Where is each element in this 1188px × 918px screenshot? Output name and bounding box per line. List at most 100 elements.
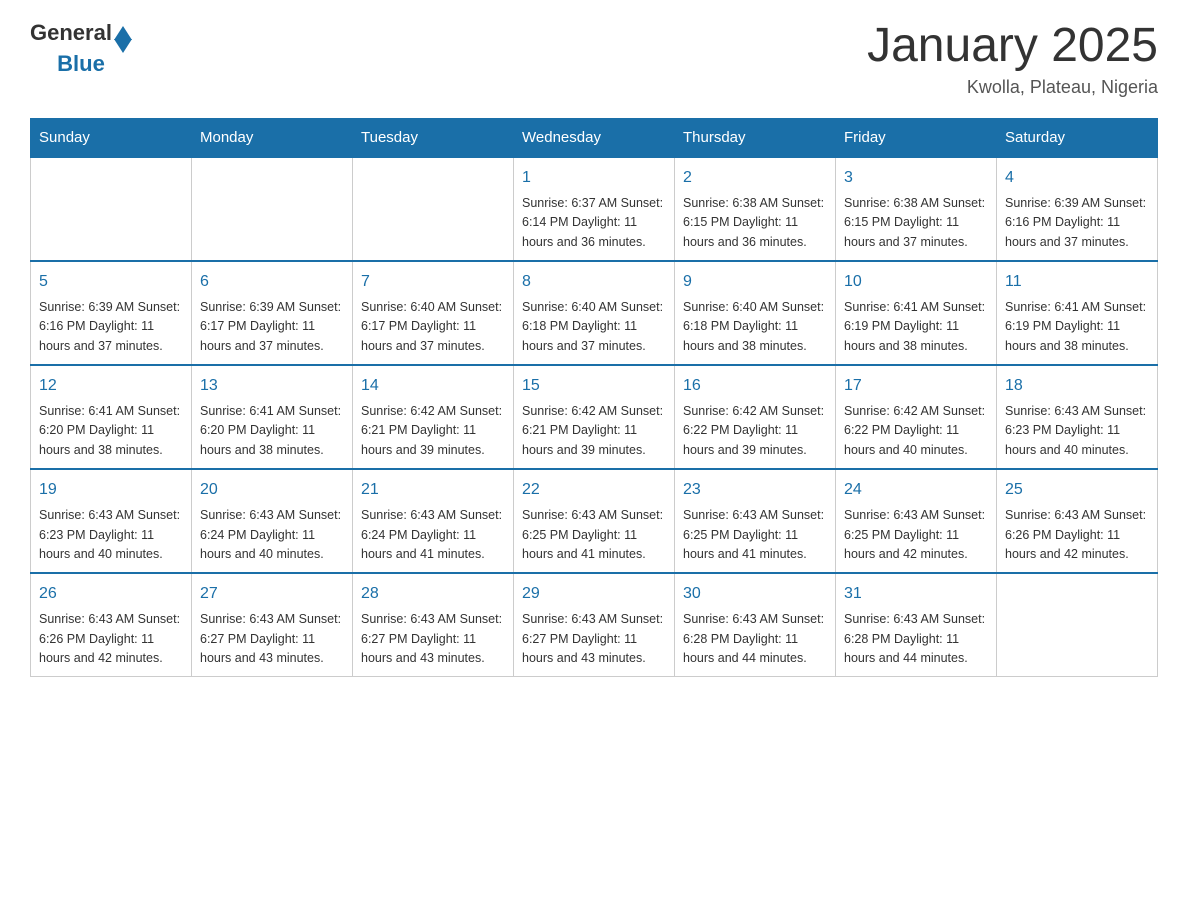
day-number: 27 [200, 582, 344, 606]
table-row: 4 Sunrise: 6:39 AM Sunset: 6:16 PM Daylig… [997, 157, 1158, 261]
day-number: 5 [39, 270, 183, 294]
day-info: Sunrise: 6:37 AM Sunset: 6:14 PM Dayligh… [522, 194, 666, 252]
day-info: Sunrise: 6:41 AM Sunset: 6:19 PM Dayligh… [1005, 298, 1149, 356]
day-number: 19 [39, 478, 183, 502]
table-row: 27 Sunrise: 6:43 AM Sunset: 6:27 PM Dayli… [192, 573, 353, 677]
day-info: Sunrise: 6:43 AM Sunset: 6:26 PM Dayligh… [1005, 506, 1149, 564]
table-row: 23 Sunrise: 6:43 AM Sunset: 6:25 PM Dayli… [675, 469, 836, 573]
calendar-subtitle: Kwolla, Plateau, Nigeria [867, 77, 1158, 98]
day-number: 9 [683, 270, 827, 294]
calendar-table: Sunday Monday Tuesday Wednesday Thursday… [30, 118, 1158, 678]
table-row: 19 Sunrise: 6:43 AM Sunset: 6:23 PM Dayli… [31, 469, 192, 573]
calendar-week-row: 12Sunrise: 6:41 AM Sunset: 6:20 PM Dayli… [31, 365, 1158, 469]
day-info: Sunrise: 6:43 AM Sunset: 6:23 PM Dayligh… [39, 506, 183, 564]
table-row [353, 157, 514, 261]
day-info: Sunrise: 6:39 AM Sunset: 6:16 PM Dayligh… [39, 298, 183, 356]
day-info: Sunrise: 6:43 AM Sunset: 6:26 PM Dayligh… [39, 610, 183, 668]
day-info: Sunrise: 6:43 AM Sunset: 6:25 PM Dayligh… [683, 506, 827, 564]
day-info: Sunrise: 6:42 AM Sunset: 6:22 PM Dayligh… [683, 402, 827, 460]
col-sunday: Sunday [31, 118, 192, 157]
day-number: 21 [361, 478, 505, 502]
day-number: 6 [200, 270, 344, 294]
day-info: Sunrise: 6:43 AM Sunset: 6:27 PM Dayligh… [200, 610, 344, 668]
logo-general-text: General [30, 20, 112, 46]
col-wednesday: Wednesday [514, 118, 675, 157]
day-info: Sunrise: 6:39 AM Sunset: 6:17 PM Dayligh… [200, 298, 344, 356]
calendar-title: January 2025 [867, 20, 1158, 73]
calendar-week-row: 26 Sunrise: 6:43 AM Sunset: 6:26 PM Dayli… [31, 573, 1158, 677]
page-header: General Blue January 2025 Kwolla, Platea… [30, 20, 1158, 98]
day-info: Sunrise: 6:43 AM Sunset: 6:24 PM Dayligh… [361, 506, 505, 564]
day-info: Sunrise: 6:40 AM Sunset: 6:18 PM Dayligh… [522, 298, 666, 356]
day-number: 1 [522, 166, 666, 190]
table-row: 17Sunrise: 6:42 AM Sunset: 6:22 PM Dayli… [836, 365, 997, 469]
logo: General Blue [30, 20, 132, 77]
day-number: 30 [683, 582, 827, 606]
table-row: 24 Sunrise: 6:43 AM Sunset: 6:25 PM Dayli… [836, 469, 997, 573]
day-info: Sunrise: 6:38 AM Sunset: 6:15 PM Dayligh… [683, 194, 827, 252]
day-info: Sunrise: 6:43 AM Sunset: 6:28 PM Dayligh… [844, 610, 988, 668]
table-row [192, 157, 353, 261]
day-number: 12 [39, 374, 183, 398]
calendar-header-row: Sunday Monday Tuesday Wednesday Thursday… [31, 118, 1158, 157]
table-row: 25 Sunrise: 6:43 AM Sunset: 6:26 PM Dayli… [997, 469, 1158, 573]
day-info: Sunrise: 6:41 AM Sunset: 6:19 PM Dayligh… [844, 298, 988, 356]
table-row: 18Sunrise: 6:43 AM Sunset: 6:23 PM Dayli… [997, 365, 1158, 469]
day-number: 16 [683, 374, 827, 398]
table-row: 16 Sunrise: 6:42 AM Sunset: 6:22 PM Dayli… [675, 365, 836, 469]
day-number: 31 [844, 582, 988, 606]
calendar-week-row: 5 Sunrise: 6:39 AM Sunset: 6:16 PM Daylig… [31, 261, 1158, 365]
table-row: 10 Sunrise: 6:41 AM Sunset: 6:19 PM Dayli… [836, 261, 997, 365]
table-row: 21 Sunrise: 6:43 AM Sunset: 6:24 PM Dayli… [353, 469, 514, 573]
table-row: 6 Sunrise: 6:39 AM Sunset: 6:17 PM Daylig… [192, 261, 353, 365]
calendar-week-row: 19 Sunrise: 6:43 AM Sunset: 6:23 PM Dayli… [31, 469, 1158, 573]
table-row: 30 Sunrise: 6:43 AM Sunset: 6:28 PM Dayli… [675, 573, 836, 677]
day-number: 11 [1005, 270, 1149, 294]
day-info: Sunrise: 6:43 AM Sunset: 6:23 PM Dayligh… [1005, 402, 1149, 460]
table-row: 15 Sunrise: 6:42 AM Sunset: 6:21 PM Dayli… [514, 365, 675, 469]
table-row: 20Sunrise: 6:43 AM Sunset: 6:24 PM Dayli… [192, 469, 353, 573]
table-row: 5 Sunrise: 6:39 AM Sunset: 6:16 PM Daylig… [31, 261, 192, 365]
day-info: Sunrise: 6:43 AM Sunset: 6:28 PM Dayligh… [683, 610, 827, 668]
day-number: 17 [844, 374, 988, 398]
day-number: 29 [522, 582, 666, 606]
table-row: 29 Sunrise: 6:43 AM Sunset: 6:27 PM Dayli… [514, 573, 675, 677]
col-friday: Friday [836, 118, 997, 157]
table-row: 14Sunrise: 6:42 AM Sunset: 6:21 PM Dayli… [353, 365, 514, 469]
table-row: 13Sunrise: 6:41 AM Sunset: 6:20 PM Dayli… [192, 365, 353, 469]
day-info: Sunrise: 6:43 AM Sunset: 6:27 PM Dayligh… [361, 610, 505, 668]
day-info: Sunrise: 6:42 AM Sunset: 6:21 PM Dayligh… [522, 402, 666, 460]
day-info: Sunrise: 6:43 AM Sunset: 6:27 PM Dayligh… [522, 610, 666, 668]
day-number: 23 [683, 478, 827, 502]
table-row [31, 157, 192, 261]
table-row: 28 Sunrise: 6:43 AM Sunset: 6:27 PM Dayli… [353, 573, 514, 677]
table-row: 9Sunrise: 6:40 AM Sunset: 6:18 PM Daylig… [675, 261, 836, 365]
calendar-week-row: 1 Sunrise: 6:37 AM Sunset: 6:14 PM Daylig… [31, 157, 1158, 261]
day-number: 14 [361, 374, 505, 398]
logo-icon: General Blue [30, 20, 132, 77]
day-number: 24 [844, 478, 988, 502]
day-number: 28 [361, 582, 505, 606]
day-info: Sunrise: 6:43 AM Sunset: 6:25 PM Dayligh… [844, 506, 988, 564]
day-number: 8 [522, 270, 666, 294]
table-row: 11 Sunrise: 6:41 AM Sunset: 6:19 PM Dayli… [997, 261, 1158, 365]
day-number: 10 [844, 270, 988, 294]
table-row: 26 Sunrise: 6:43 AM Sunset: 6:26 PM Dayli… [31, 573, 192, 677]
day-number: 3 [844, 166, 988, 190]
col-monday: Monday [192, 118, 353, 157]
table-row: 1 Sunrise: 6:37 AM Sunset: 6:14 PM Daylig… [514, 157, 675, 261]
table-row: 22Sunrise: 6:43 AM Sunset: 6:25 PM Dayli… [514, 469, 675, 573]
day-number: 2 [683, 166, 827, 190]
day-number: 4 [1005, 166, 1149, 190]
day-info: Sunrise: 6:38 AM Sunset: 6:15 PM Dayligh… [844, 194, 988, 252]
day-number: 25 [1005, 478, 1149, 502]
day-info: Sunrise: 6:39 AM Sunset: 6:16 PM Dayligh… [1005, 194, 1149, 252]
col-tuesday: Tuesday [353, 118, 514, 157]
day-number: 15 [522, 374, 666, 398]
day-number: 26 [39, 582, 183, 606]
day-info: Sunrise: 6:40 AM Sunset: 6:17 PM Dayligh… [361, 298, 505, 356]
day-info: Sunrise: 6:43 AM Sunset: 6:25 PM Dayligh… [522, 506, 666, 564]
table-row: 3 Sunrise: 6:38 AM Sunset: 6:15 PM Daylig… [836, 157, 997, 261]
day-info: Sunrise: 6:43 AM Sunset: 6:24 PM Dayligh… [200, 506, 344, 564]
table-row: 31 Sunrise: 6:43 AM Sunset: 6:28 PM Dayli… [836, 573, 997, 677]
